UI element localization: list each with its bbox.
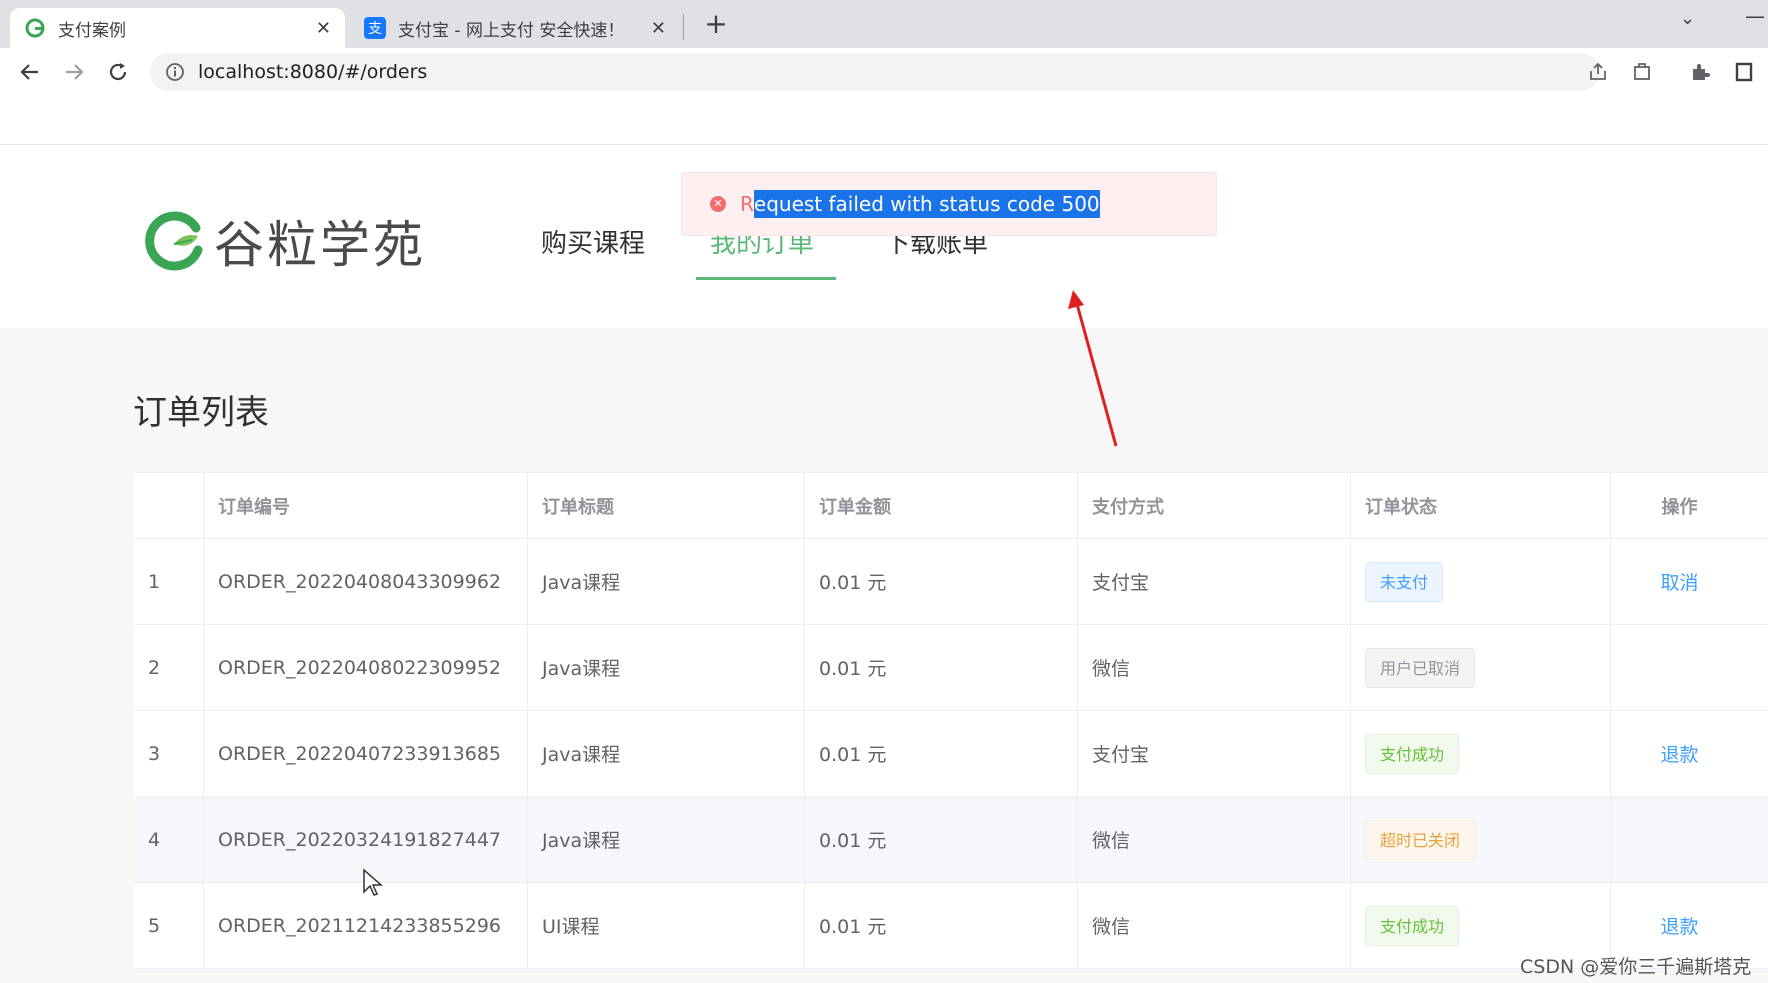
- extensions-puzzle-icon[interactable]: [1686, 58, 1714, 86]
- row-index: 3: [134, 711, 204, 796]
- order-amount: 0.01 元: [805, 883, 1078, 968]
- window-minimize-icon[interactable]: —: [1745, 4, 1765, 28]
- guli-favicon-icon: [24, 17, 46, 39]
- column-header-status: 订单状态: [1351, 473, 1611, 538]
- refund-link[interactable]: 退款: [1660, 912, 1698, 939]
- status-badge: 支付成功: [1365, 733, 1460, 774]
- logo-text: 谷粒学苑: [214, 216, 426, 274]
- order-amount: 0.01 元: [805, 625, 1078, 710]
- table-row: 3 ORDER_20220407233913685 Java课程 0.01 元 …: [134, 711, 1768, 797]
- order-amount: 0.01 元: [805, 797, 1078, 882]
- row-index: 2: [134, 625, 204, 710]
- sidebar-panel-icon[interactable]: [1730, 58, 1758, 86]
- browser-tab-alipay[interactable]: 支 支付宝 - 网上支付 安全快速！ ✕: [350, 8, 680, 48]
- browser-tab-active[interactable]: 支付案例 ✕: [10, 8, 345, 48]
- close-tab-icon[interactable]: ✕: [651, 18, 666, 39]
- site-info-icon[interactable]: [164, 61, 186, 83]
- pay-type: 微信: [1078, 625, 1351, 710]
- status-badge: 用户已取消: [1365, 647, 1476, 688]
- order-amount: 0.01 元: [805, 539, 1078, 624]
- pay-type: 微信: [1078, 883, 1351, 968]
- column-header-action: 操作: [1661, 496, 1698, 518]
- column-header-order-no: 订单编号: [204, 473, 528, 538]
- page-title: 订单列表: [133, 393, 269, 433]
- column-header-amount: 订单金额: [805, 473, 1078, 538]
- share-icon[interactable]: [1584, 58, 1612, 86]
- row-index: 1: [134, 539, 204, 624]
- table-row: 1 ORDER_20220408043309962 Java课程 0.01 元 …: [134, 539, 1768, 625]
- column-header-title: 订单标题: [528, 473, 805, 538]
- message-text-selected: equest failed with status code 500: [753, 190, 1100, 218]
- reload-icon[interactable]: [102, 56, 134, 88]
- mouse-cursor-icon: [363, 868, 383, 896]
- column-header-index: [134, 473, 204, 538]
- order-title: Java课程: [528, 625, 805, 710]
- row-index: 5: [134, 883, 204, 968]
- nav-buy-course[interactable]: 购买课程: [541, 223, 645, 260]
- pay-type: 支付宝: [1078, 711, 1351, 796]
- tab-title: 支付案例: [58, 20, 126, 41]
- bookmark-icon[interactable]: [1628, 58, 1656, 86]
- order-number: ORDER_20220408022309952: [204, 625, 528, 710]
- browser-tab-bar: 支付案例 ✕ 支 支付宝 - 网上支付 安全快速！ ✕ + ⌄ —: [0, 0, 1768, 48]
- column-header-pay-type: 支付方式: [1078, 473, 1351, 538]
- close-tab-icon[interactable]: ✕: [316, 18, 331, 39]
- order-title: Java课程: [528, 711, 805, 796]
- nav-active-underline: [696, 277, 836, 280]
- new-tab-plus-icon[interactable]: +: [700, 8, 732, 40]
- order-number: ORDER_20220407233913685: [204, 711, 528, 796]
- order-amount: 0.01 元: [805, 711, 1078, 796]
- error-message-toast: ✕ Request failed with status code 500: [681, 172, 1217, 236]
- site-logo[interactable]: 谷粒学苑: [144, 205, 426, 277]
- pay-type: 支付宝: [1078, 539, 1351, 624]
- pay-type: 微信: [1078, 797, 1351, 882]
- row-index: 4: [134, 797, 204, 882]
- forward-arrow-icon[interactable]: [58, 56, 90, 88]
- watermark: CSDN @爱你三千遍斯塔克: [1520, 956, 1752, 978]
- error-circle-icon: ✕: [710, 196, 726, 212]
- browser-toolbar: localhost:8080/#/orders: [0, 48, 1768, 96]
- url-text: localhost:8080/#/orders: [198, 61, 428, 83]
- table-row: 2 ORDER_20220408022309952 Java课程 0.01 元 …: [134, 625, 1768, 711]
- order-title: UI课程: [528, 883, 805, 968]
- tab-title: 支付宝 - 网上支付 安全快速！: [398, 20, 625, 41]
- order-number: ORDER_20220408043309962: [204, 539, 528, 624]
- table-header-row: 订单编号 订单标题 订单金额 支付方式 订单状态 操作: [134, 473, 1768, 539]
- cancel-order-link[interactable]: 取消: [1660, 568, 1698, 595]
- refund-link[interactable]: 退款: [1660, 740, 1698, 767]
- page-top-spacer: [0, 96, 1768, 145]
- message-text-first-char: R: [740, 192, 754, 216]
- order-title: Java课程: [528, 797, 805, 882]
- address-bar[interactable]: localhost:8080/#/orders: [150, 53, 1600, 91]
- status-badge: 支付成功: [1365, 905, 1460, 946]
- tab-separator: [683, 14, 684, 40]
- alipay-favicon-icon: 支: [364, 17, 386, 39]
- chevron-down-icon[interactable]: ⌄: [1680, 8, 1695, 29]
- status-badge: 未支付: [1365, 561, 1444, 602]
- svg-text:支: 支: [368, 21, 382, 37]
- back-arrow-icon[interactable]: [14, 56, 46, 88]
- guli-logo-icon: [145, 211, 203, 271]
- order-title: Java课程: [528, 539, 805, 624]
- status-badge: 超时已关闭: [1365, 819, 1476, 860]
